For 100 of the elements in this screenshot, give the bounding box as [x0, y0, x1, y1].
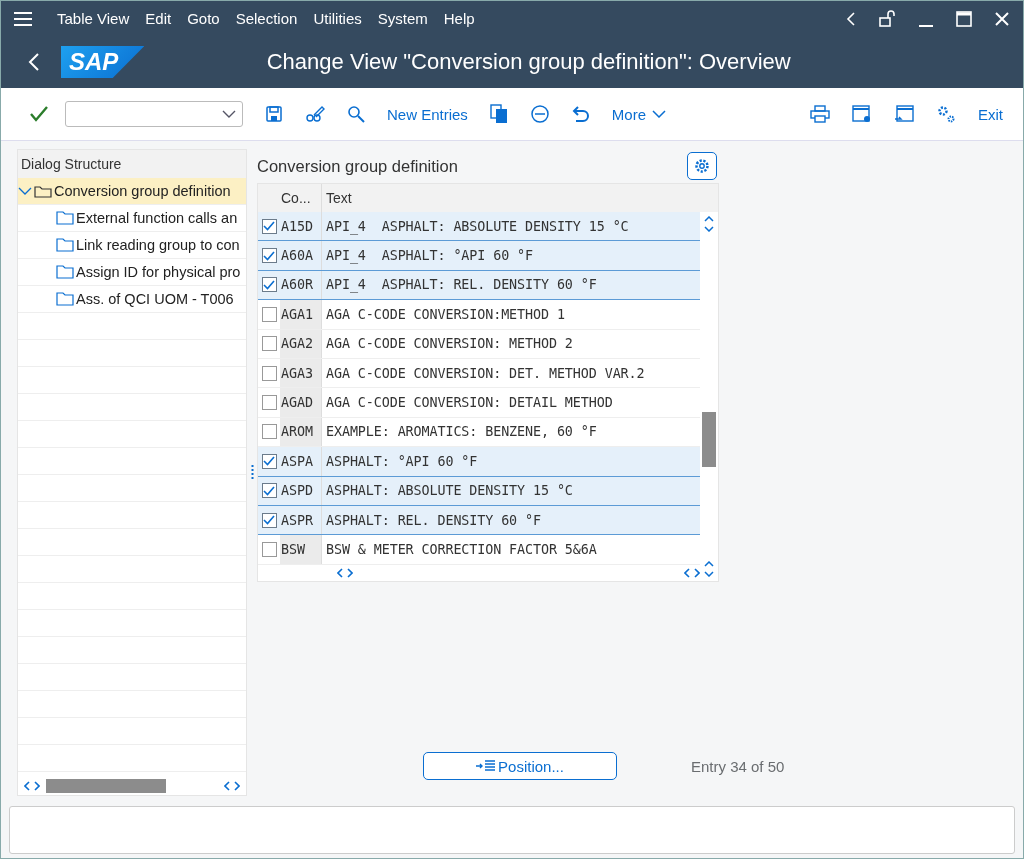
- close-icon[interactable]: [993, 9, 1011, 28]
- row-checkbox[interactable]: [261, 218, 277, 234]
- folder-icon: [56, 211, 74, 225]
- more-button[interactable]: More: [611, 105, 667, 123]
- row-checkbox[interactable]: [261, 365, 277, 381]
- table-title: Conversion group definition: [257, 156, 458, 176]
- table-cell: AGA1: [280, 300, 322, 329]
- table-row[interactable]: AGA1 AGA C-CODE CONVERSION:METHOD 1: [258, 300, 700, 330]
- table-cell-text: API_4 ASPHALT: REL. DENSITY 60 °F: [325, 276, 598, 295]
- settings-icon[interactable]: [936, 104, 956, 124]
- table-cell-text: API_4 ASPHALT: °API 60 °F: [325, 247, 534, 266]
- tree-item[interactable]: Conversion group definition: [18, 178, 246, 205]
- row-checkbox[interactable]: [261, 395, 277, 411]
- table-cell: BSW: [280, 535, 322, 564]
- menu-item[interactable]: Help: [443, 10, 475, 27]
- column-header[interactable]: Co...: [280, 184, 322, 212]
- table-row[interactable]: AGAD AGA C-CODE CONVERSION: DETAIL METHOD: [258, 388, 700, 418]
- settings-icon: [693, 157, 711, 175]
- row-checkbox[interactable]: [261, 306, 277, 322]
- scroll-up-down-icon[interactable]: [704, 216, 714, 232]
- menu-item[interactable]: Edit: [145, 10, 172, 27]
- row-checkbox[interactable]: [261, 424, 277, 440]
- folder-icon: [56, 265, 74, 279]
- table-cell: ASPA: [280, 447, 322, 476]
- table-cell-text: AGA C-CODE CONVERSION: DET. METHOD VAR.2: [325, 364, 646, 383]
- undo-icon[interactable]: [571, 105, 590, 123]
- table-cell: A15D: [280, 212, 322, 241]
- row-checkbox[interactable]: [261, 542, 277, 557]
- chevron-down-icon[interactable]: [18, 186, 32, 196]
- table-cell-text: API_4 ASPHALT: ABSOLUTE DENSITY 15 °C: [325, 217, 630, 237]
- table-cell-text: ASPHALT: ABSOLUTE DENSITY 15 °C: [325, 482, 574, 501]
- copy-document-icon[interactable]: [489, 104, 508, 124]
- splitter-handle-icon[interactable]: [250, 464, 254, 481]
- table-cell-text: AGA C-CODE CONVERSION: DETAIL METHOD: [325, 394, 614, 413]
- position-button[interactable]: Position...: [423, 752, 617, 780]
- new-entries-button[interactable]: New Entries: [387, 105, 468, 123]
- menu-item[interactable]: Utilities: [313, 10, 362, 27]
- table-cell-text: ASPHALT: °API 60 °F: [325, 452, 479, 471]
- table-cell: A60R: [280, 270, 322, 300]
- caret-icon: [652, 110, 667, 118]
- menu-item[interactable]: Selection: [235, 10, 298, 27]
- row-checkbox[interactable]: [261, 248, 277, 264]
- table-row[interactable]: BSW BSW & METER CORRECTION FACTOR 5&6A: [258, 535, 700, 565]
- edit-glasses-icon[interactable]: [305, 105, 325, 123]
- menu-item[interactable]: Table View: [57, 10, 130, 27]
- scroll-arrows-icon[interactable]: [24, 781, 40, 791]
- search-icon[interactable]: [347, 105, 365, 123]
- table-row[interactable]: AGA2 AGA C-CODE CONVERSION: METHOD 2: [258, 329, 700, 359]
- save-icon[interactable]: [265, 105, 283, 123]
- scroll-up-down-icon[interactable]: [704, 560, 714, 577]
- back-icon[interactable]: [27, 52, 41, 72]
- maximize-icon[interactable]: [955, 9, 973, 28]
- tree-item[interactable]: Assign ID for physical pro: [18, 259, 246, 286]
- scroll-arrows-icon[interactable]: [224, 781, 240, 791]
- table-cell-text: AGA C-CODE CONVERSION: METHOD 2: [325, 335, 574, 354]
- table-row[interactable]: ASPA ASPHALT: °API 60 °F: [258, 447, 700, 477]
- table-cell-text: AGA C-CODE CONVERSION:METHOD 1: [325, 305, 566, 324]
- row-checkbox[interactable]: [261, 483, 277, 499]
- table-cell: AGA2: [280, 329, 322, 358]
- scroll-arrows-icon[interactable]: [337, 567, 353, 578]
- table-row[interactable]: A60A API_4 ASPHALT: °API 60 °F: [258, 241, 700, 271]
- lock-icon[interactable]: [877, 8, 897, 29]
- tree-item[interactable]: Ass. of QCI UOM - T006: [18, 286, 246, 313]
- minus-circle-icon[interactable]: [529, 104, 550, 124]
- row-checkbox[interactable]: [261, 336, 277, 352]
- folder-icon: [56, 292, 74, 306]
- menu-icon[interactable]: [13, 10, 33, 27]
- print-icon[interactable]: [810, 105, 830, 123]
- table-row[interactable]: A60R API_4 ASPHALT: REL. DENSITY 60 °F: [258, 270, 700, 301]
- chevron-left-icon[interactable]: [845, 10, 857, 27]
- scroll-arrows-icon[interactable]: [684, 567, 700, 578]
- table-cell: AGA3: [280, 358, 322, 388]
- table-row[interactable]: ASPD ASPHALT: ABSOLUTE DENSITY 15 °C: [258, 476, 700, 506]
- table-cell: ASPR: [280, 505, 322, 535]
- checkmark-icon[interactable]: [29, 105, 49, 123]
- panel-title: Dialog Structure: [18, 150, 246, 178]
- tree-item[interactable]: External function calls an: [18, 205, 246, 232]
- row-checkbox[interactable]: [261, 512, 277, 528]
- menu-item[interactable]: System: [377, 10, 428, 27]
- tree-item[interactable]: Link reading group to con: [18, 232, 246, 259]
- row-checkbox[interactable]: [261, 453, 277, 469]
- table-cell-text: ASPHALT: REL. DENSITY 60 °F: [325, 511, 542, 530]
- table-cell: ASPD: [280, 476, 322, 505]
- row-checkbox[interactable]: [261, 277, 277, 293]
- exit-button[interactable]: Exit: [978, 105, 1003, 123]
- menu-item[interactable]: Goto: [187, 10, 220, 27]
- table-cell-text: BSW & METER CORRECTION FACTOR 5&6A: [325, 541, 598, 559]
- table-row[interactable]: AGA3 AGA C-CODE CONVERSION: DET. METHOD VAR.2: [258, 358, 700, 389]
- dropdown-icon: [222, 110, 236, 118]
- table-cell: AROM: [280, 417, 322, 447]
- folder-icon: [56, 238, 74, 252]
- window-title: Change View "Conversion group definition": Overview: [265, 49, 792, 75]
- table-row[interactable]: A15D API_4 ASPHALT: ABSOLUTE DENSITY 15 °C: [258, 212, 700, 242]
- scrollbar-thumb[interactable]: [46, 779, 166, 793]
- sap-logo: SAP: [61, 46, 145, 78]
- table-settings-button[interactable]: [687, 152, 717, 180]
- command-field[interactable]: [65, 101, 243, 127]
- table-cell: A60A: [280, 241, 322, 270]
- table-row[interactable]: ASPR ASPHALT: REL. DENSITY 60 °F: [258, 505, 700, 536]
- scrollbar-thumb[interactable]: [702, 412, 716, 468]
